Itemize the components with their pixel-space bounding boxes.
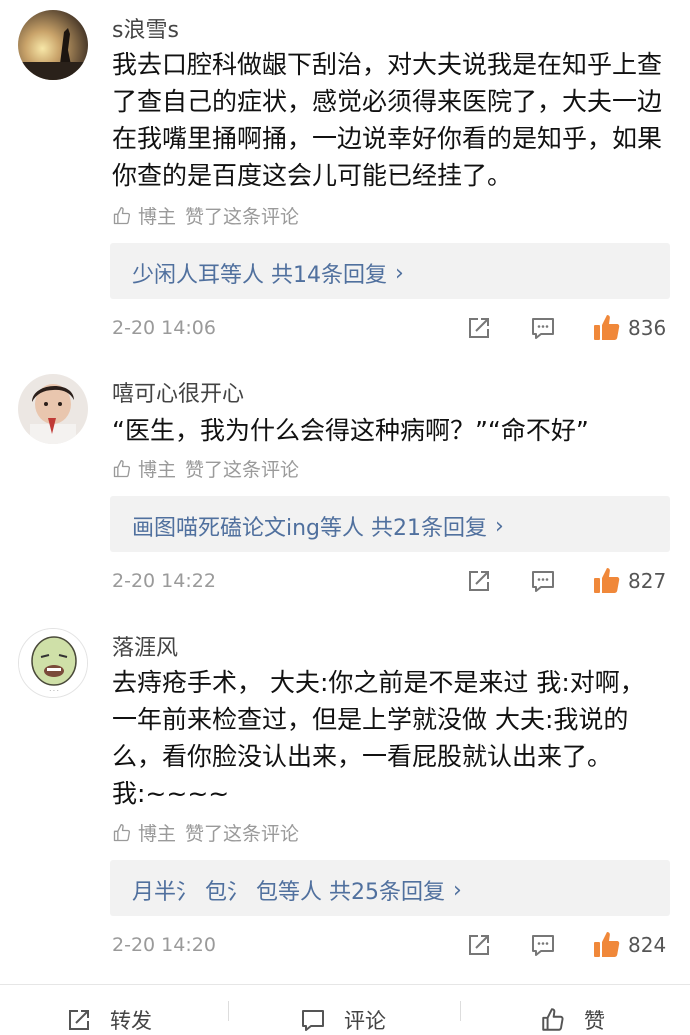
comment-username[interactable]: s浪雪s bbox=[112, 12, 179, 44]
comment-text-line: 了查自己的症状，感觉必须得来医院了，大夫一边 bbox=[112, 87, 663, 116]
comment-button[interactable]: 评论 bbox=[300, 1005, 386, 1035]
reply-link[interactable]: 月半氵 包氵 包等人 共25条回复 › bbox=[132, 874, 462, 906]
author-liked-notice: 博主 赞了这条评论 bbox=[112, 202, 299, 229]
comment-text-line: 一年前来检查过，但是上学就没做 大夫:我说的 bbox=[112, 705, 629, 734]
share-icon[interactable] bbox=[466, 932, 492, 958]
reply-link[interactable]: 画图喵死磕论文ing等人 共21条回复 › bbox=[132, 510, 504, 542]
chevron-right-icon: › bbox=[452, 877, 462, 903]
repost-label: 转发 bbox=[110, 1009, 152, 1033]
share-icon bbox=[69, 1010, 89, 1030]
svg-text:· · ·: · · · bbox=[49, 688, 59, 695]
reply-summary[interactable]: 少闲人耳等人 共14条回复 › bbox=[110, 243, 670, 299]
like-count: 827 bbox=[628, 569, 667, 593]
reply-link-text: 画图喵死磕论文ing等人 共21条回复 bbox=[132, 516, 488, 541]
author-liked-notice: 博主 赞了这条评论 bbox=[112, 455, 299, 482]
avatar[interactable]: · · · bbox=[18, 628, 88, 698]
liked-text: 赞了这条评论 bbox=[185, 206, 300, 228]
comment-text-line: 我去口腔科做龈下刮治，对大夫说我是在知乎上查 bbox=[112, 50, 663, 79]
comment-icon bbox=[302, 1010, 324, 1031]
comment-text-line: “医生，我为什么会得这种病啊？”“命不好” bbox=[112, 416, 589, 445]
comment-label: 评论 bbox=[344, 1009, 386, 1033]
comment-meta: 2-20 14:22 827 bbox=[0, 568, 690, 598]
divider bbox=[460, 1001, 461, 1021]
thumb-up-outline-icon bbox=[542, 1008, 564, 1031]
comment-text: 去痔疮手术， 大夫:你之前是不是来过 我:对啊， 一年前来检查过，但是上学就没做… bbox=[112, 664, 672, 812]
reply-link-text: 少闲人耳等人 共14条回复 bbox=[132, 263, 387, 288]
chevron-right-icon: › bbox=[495, 513, 504, 539]
comment-text-line: 你查的是百度这会儿可能已经挂了。 bbox=[112, 161, 513, 190]
comment-text-line: 么，看你脸没认出来，一看屁股就认出来了。 bbox=[112, 742, 613, 771]
thumb-up-outline-icon bbox=[113, 823, 131, 841]
reply-link-text: 月半氵 包氵 包等人 共25条回复 bbox=[132, 880, 445, 905]
repost-button[interactable]: 转发 bbox=[66, 1005, 152, 1035]
chevron-right-icon: › bbox=[395, 260, 404, 286]
comment-icon[interactable] bbox=[530, 932, 556, 958]
comment-text: “医生，我为什么会得这种病啊？”“命不好” bbox=[112, 412, 672, 449]
comment-meta: 2-20 14:06 836 bbox=[0, 315, 690, 345]
avatar[interactable] bbox=[18, 374, 88, 444]
comment-text-line: 我:~~~~ bbox=[112, 779, 230, 808]
thumb-up-filled-icon[interactable] bbox=[592, 313, 622, 343]
comment-text-line: 在我嘴里捅啊捅，一边说幸好你看的是知乎，如果 bbox=[112, 124, 663, 153]
comment-time: 2-20 14:06 bbox=[112, 317, 216, 339]
comment-time: 2-20 14:20 bbox=[112, 934, 216, 956]
comment-meta: 2-20 14:20 824 bbox=[0, 932, 690, 962]
comment-text: 我去口腔科做龈下刮治，对大夫说我是在知乎上查 了查自己的症状，感觉必须得来医院了… bbox=[112, 46, 672, 194]
thumb-up-outline-icon bbox=[113, 206, 131, 224]
thumb-up-filled-icon[interactable] bbox=[592, 930, 622, 960]
comment-time: 2-20 14:22 bbox=[112, 570, 216, 592]
avatar[interactable] bbox=[18, 10, 88, 80]
comment-icon[interactable] bbox=[530, 315, 556, 341]
comment-username[interactable]: 落涯风 bbox=[112, 630, 178, 662]
bottom-action-bar: 转发 评论 赞 bbox=[0, 984, 690, 1033]
like-count: 836 bbox=[628, 316, 667, 340]
like-count: 824 bbox=[628, 933, 667, 957]
share-icon[interactable] bbox=[466, 568, 492, 594]
reply-summary[interactable]: 画图喵死磕论文ing等人 共21条回复 › bbox=[110, 496, 670, 552]
liked-text: 赞了这条评论 bbox=[185, 823, 300, 845]
share-icon[interactable] bbox=[466, 315, 492, 341]
comment-icon[interactable] bbox=[530, 568, 556, 594]
thumb-up-filled-icon[interactable] bbox=[592, 566, 622, 596]
comment-username[interactable]: 嘻可心很开心 bbox=[112, 376, 244, 408]
liked-text: 赞了这条评论 bbox=[185, 459, 300, 481]
author-liked-notice: 博主 赞了这条评论 bbox=[112, 819, 299, 846]
thumb-up-outline-icon bbox=[113, 459, 131, 477]
divider bbox=[228, 1001, 229, 1021]
liked-author: 博主 bbox=[138, 459, 177, 481]
like-button[interactable]: 赞 bbox=[540, 1005, 605, 1035]
like-label: 赞 bbox=[584, 1009, 605, 1033]
reply-summary[interactable]: 月半氵 包氵 包等人 共25条回复 › bbox=[110, 860, 670, 916]
reply-link[interactable]: 少闲人耳等人 共14条回复 › bbox=[132, 257, 404, 289]
liked-author: 博主 bbox=[138, 823, 177, 845]
comment-text-line: 去痔疮手术， 大夫:你之前是不是来过 我:对啊， bbox=[112, 668, 645, 697]
liked-author: 博主 bbox=[138, 206, 177, 228]
